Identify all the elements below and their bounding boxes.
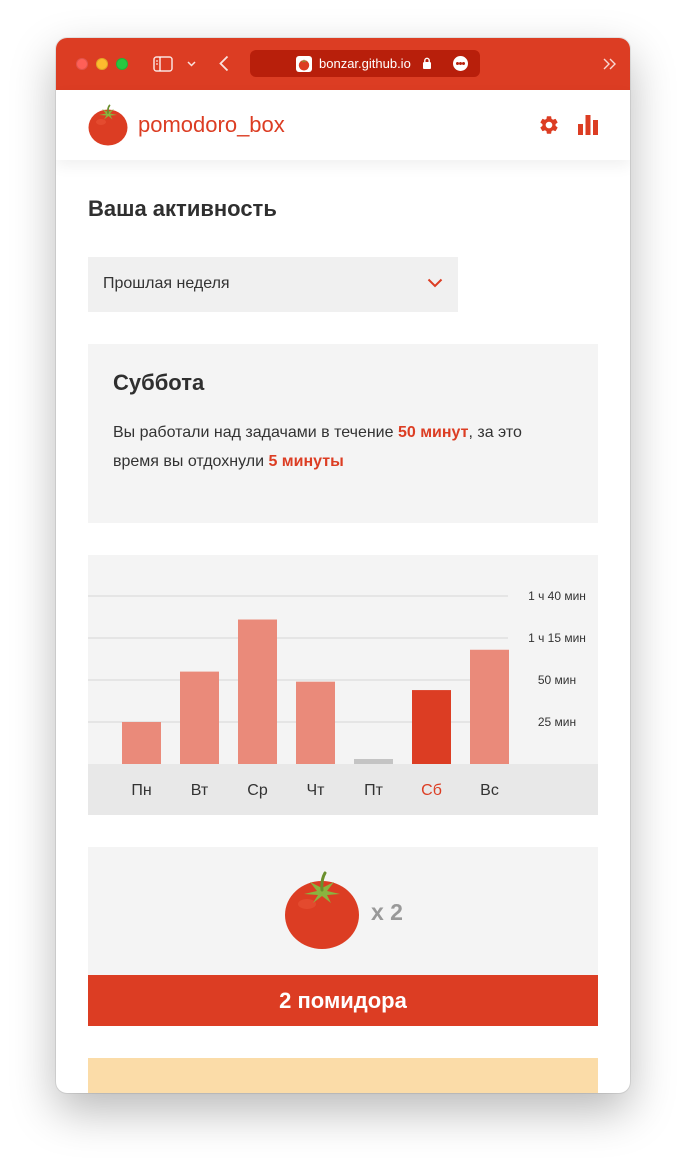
address-bar[interactable]: bonzar.github.io [250, 50, 480, 77]
zoom-window-button[interactable] [116, 58, 128, 70]
tomato-logo-icon[interactable] [88, 104, 128, 146]
double-chevron-right-icon[interactable] [603, 58, 616, 70]
page-content: Ваша активность Прошлая неделя Суббота В… [56, 160, 630, 1093]
bar-7[interactable] [470, 649, 509, 764]
tomato-icon [285, 871, 359, 949]
day-text-before: Вы работали над задачами в течение [113, 424, 398, 441]
app-header: pomodoro_box [56, 90, 630, 160]
x-tick-label[interactable]: Вс [480, 782, 499, 799]
page-menu-icon[interactable] [453, 56, 468, 71]
bar-4[interactable] [296, 681, 335, 764]
bar-3[interactable] [238, 619, 277, 764]
rest-time: 5 минуты [268, 453, 344, 470]
x-tick-label[interactable]: Пн [131, 782, 151, 799]
gear-icon[interactable] [538, 114, 560, 136]
x-tick-label[interactable]: Вт [191, 782, 209, 799]
next-card [88, 1058, 598, 1093]
work-time: 50 минут [397, 424, 469, 441]
day-summary-card: Суббота Вы работали над задачами в течен… [88, 344, 598, 523]
favicon-icon [296, 56, 312, 72]
period-select[interactable]: Прошлая неделя [88, 257, 458, 312]
close-window-button[interactable] [76, 58, 88, 70]
x-tick-label[interactable]: Пт [364, 782, 384, 799]
lock-icon [423, 57, 431, 69]
tomato-total-banner: 2 помидора [88, 975, 598, 1026]
tomato-count: x 2 [371, 899, 403, 925]
chart-svg: 25 мин 50 мин 1 ч 15 мин 1 ч 40 мин Пн Вт Ср Чт… [88, 589, 598, 815]
y-tick-label: 1 ч 40 мин [528, 589, 586, 603]
browser-window: bonzar.github.io pomodoro_box Ваша актив… [56, 38, 630, 1093]
sidebar-toggle-icon[interactable] [153, 56, 173, 72]
minimize-window-button[interactable] [96, 58, 108, 70]
x-tick-label[interactable]: Ср [247, 782, 268, 799]
tomato-card: x 2 2 помидора [88, 847, 598, 1026]
x-tick-label[interactable]: Чт [307, 782, 326, 799]
page-title: Ваша активность [88, 196, 277, 221]
bar-2[interactable] [180, 671, 219, 764]
day-description: Вы работали над задачами в течение 50 ми… [113, 418, 553, 476]
url-text: bonzar.github.io [319, 56, 411, 71]
day-title: Суббота [113, 370, 205, 395]
bar-6[interactable] [412, 690, 451, 764]
brand-name[interactable]: pomodoro_box [138, 112, 285, 138]
x-tick-label[interactable]: Сб [421, 782, 442, 799]
y-tick-label: 1 ч 15 мин [528, 631, 586, 645]
period-select-value: Прошлая неделя [103, 275, 230, 292]
back-icon[interactable] [219, 55, 229, 72]
browser-titlebar: bonzar.github.io [56, 38, 630, 90]
x-axis-band [88, 764, 598, 815]
weekly-bar-chart: 25 мин 50 мин 1 ч 15 мин 1 ч 40 мин Пн Вт Ср Чт… [88, 555, 598, 815]
y-tick-label: 25 мин [538, 715, 576, 729]
bar-5[interactable] [354, 759, 393, 764]
chevron-down-icon [427, 278, 443, 288]
y-tick-label: 50 мин [538, 673, 576, 687]
bar-chart-icon[interactable] [577, 114, 599, 136]
bar-1[interactable] [122, 722, 161, 764]
chevron-down-icon[interactable] [187, 61, 196, 67]
